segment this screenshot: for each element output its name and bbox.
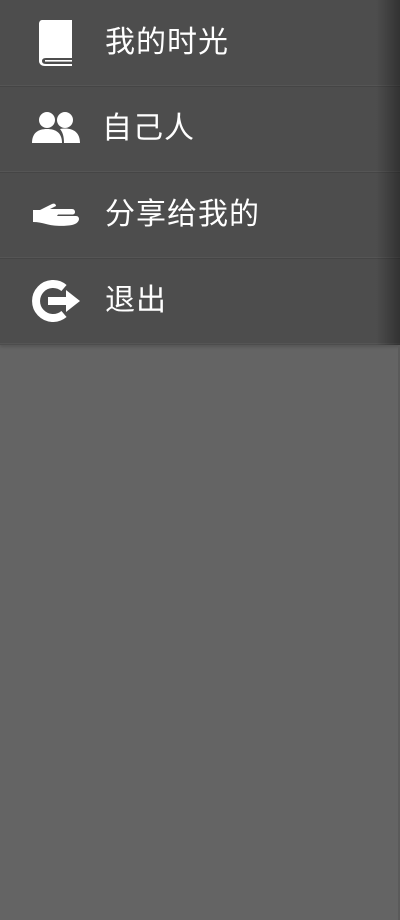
menu-item-label: 退出 (105, 283, 167, 318)
hand-share-icon (30, 189, 82, 241)
menu-item-label: 自己人 (102, 111, 195, 146)
side-menu: 我的时光 自己人 分享给我的 退出 (0, 0, 400, 345)
menu-item-label: 分享给我的 (105, 197, 260, 232)
menu-item-logout[interactable]: 退出 (0, 258, 400, 344)
menu-item-own-people[interactable]: 自己人 (0, 86, 400, 172)
people-icon (30, 103, 82, 155)
menu-item-label: 我的时光 (105, 24, 229, 60)
logout-icon (30, 275, 82, 327)
menu-item-shared-with-me[interactable]: 分享给我的 (0, 172, 400, 258)
menu-item-my-time[interactable]: 我的时光 (0, 0, 400, 86)
book-icon (30, 17, 82, 69)
